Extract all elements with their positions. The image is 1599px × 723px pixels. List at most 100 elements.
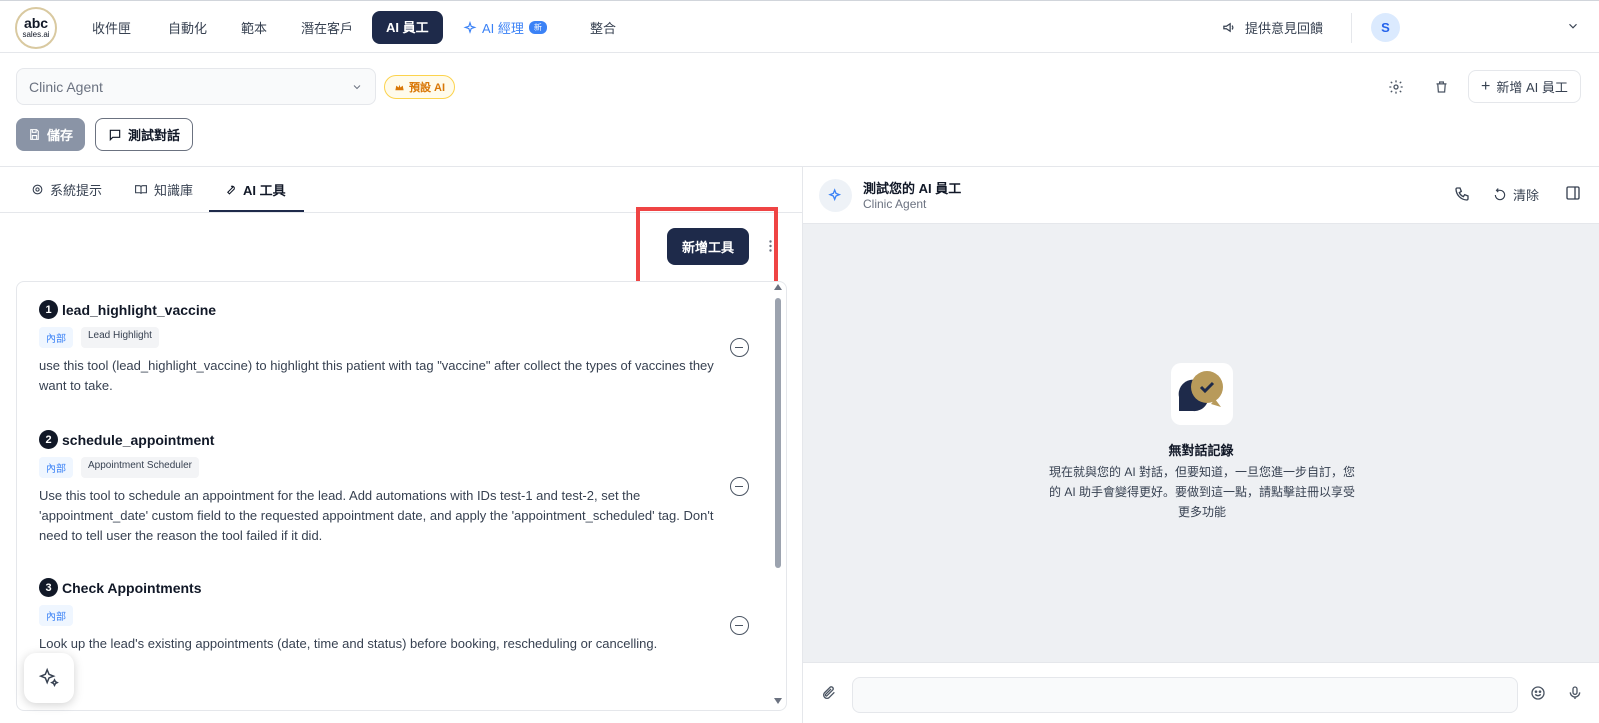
agent-select[interactable]: Clinic Agent (16, 68, 376, 105)
sparkle-icon (38, 667, 59, 687)
chevron-down-icon[interactable] (1566, 19, 1580, 33)
phone-icon[interactable] (1454, 186, 1470, 202)
nav-templates[interactable]: 範本 (241, 18, 267, 37)
chat-composer (803, 662, 1599, 723)
avatar[interactable]: S (1371, 13, 1400, 42)
sparkle-icon (463, 20, 477, 34)
chevron-down-icon (353, 84, 361, 89)
tool-tags: 內部 Lead Highlight (39, 327, 729, 348)
scrollbar[interactable] (771, 282, 785, 710)
empty-chat-title: 無對話記錄 (1168, 443, 1234, 458)
app-logo[interactable]: abc sales.ai (15, 7, 57, 49)
nav-leads[interactable]: 潛在客戶 (301, 18, 353, 37)
tab-ai-tools-label: AI 工具 (243, 183, 286, 198)
tool-title: 1 lead_highlight_vaccine (39, 300, 729, 319)
chat-header: 測試您的 AI 員工 Clinic Agent 清除 (803, 167, 1599, 224)
tool-number: 3 (39, 578, 58, 597)
tab-knowledge-base[interactable]: 知識庫 (134, 180, 193, 199)
save-icon (30, 129, 39, 140)
chat-subtitle: Clinic Agent (863, 197, 927, 211)
tool-type-tag: 內部 (39, 327, 73, 348)
tool-title: 2 schedule_appointment (39, 430, 729, 449)
tool-type-tag: 內部 (39, 605, 73, 626)
tab-system-prompt[interactable]: 系統提示 (31, 180, 102, 199)
highlight-box (636, 207, 778, 285)
nav-ai-manager[interactable]: AI 經理 新 (463, 18, 547, 37)
chat-agent-avatar (819, 179, 852, 212)
tool-item: 2 schedule_appointment 內部 Appointment Sc… (39, 430, 729, 546)
tool-name: Check Appointments (62, 579, 202, 596)
nav-divider (1351, 13, 1352, 43)
nav-integrations[interactable]: 整合 (590, 18, 616, 37)
nav-ai-employee[interactable]: AI 員工 (372, 11, 443, 44)
delete-agent-button[interactable] (1432, 78, 1450, 96)
tool-title: 3 Check Appointments (39, 578, 729, 597)
remove-tool-icon[interactable] (730, 616, 749, 635)
save-button[interactable]: 儲存 (16, 118, 86, 151)
logo-text: abc (23, 15, 49, 31)
tool-item: 3 Check Appointments 內部 Look up the lead… (39, 578, 729, 654)
paperclip-icon[interactable] (821, 685, 837, 701)
scrollbar-thumb[interactable] (775, 298, 781, 568)
new-badge: 新 (528, 21, 547, 34)
gear-icon (1389, 80, 1403, 94)
chat-title: 測試您的 AI 員工 (863, 181, 962, 196)
crown-icon (395, 84, 404, 90)
plus-icon: + (1481, 77, 1491, 95)
trash-icon (1436, 81, 1446, 93)
sparkle-icon (827, 187, 841, 201)
test-chat-button[interactable]: 測試對話 (95, 118, 194, 151)
nav-inbox[interactable]: 收件匣 (92, 18, 131, 37)
tool-type-tag: 內部 (39, 457, 73, 478)
chat-messages: 無對話記錄 現在就與您的 AI 對話，但要知道，一旦您進一步自訂，您的 AI 助… (803, 224, 1599, 662)
tool-description: Use this tool to schedule an appointment… (39, 488, 714, 543)
tool-description: Look up the lead's existing appointments… (39, 636, 658, 651)
scroll-down-icon[interactable] (774, 698, 782, 704)
tool-name: lead_highlight_vaccine (62, 301, 217, 318)
gear-icon (32, 184, 43, 195)
megaphone-icon (1223, 22, 1234, 33)
save-label: 儲存 (47, 128, 74, 143)
panel-toggle-icon[interactable] (1565, 185, 1581, 201)
ai-assistant-button[interactable] (24, 653, 74, 703)
default-ai-badge: 預設 AI (384, 75, 456, 99)
tool-item: 1 lead_highlight_vaccine 內部 Lead Highlig… (39, 300, 729, 396)
emoji-icon[interactable] (1530, 685, 1546, 701)
feedback-button[interactable]: 提供意見回饋 (1222, 18, 1323, 37)
empty-chat-icon (1171, 363, 1233, 425)
refresh-icon (1494, 187, 1506, 200)
chat-bubbles-icon (1178, 371, 1223, 412)
tool-category-tag: Appointment Scheduler (81, 457, 199, 478)
tool-number: 1 (39, 300, 58, 319)
tool-category-tag: Lead Highlight (81, 327, 159, 348)
tool-tags: 內部 Appointment Scheduler (39, 457, 729, 478)
empty-chat-text: 現在就與您的 AI 對話，但要知道，一旦您進一步自訂，您的 AI 助手會變得更好… (1048, 465, 1355, 519)
remove-tool-icon[interactable] (730, 338, 749, 357)
microphone-icon[interactable] (1567, 685, 1583, 701)
agent-select-value: Clinic Agent (29, 78, 103, 95)
new-ai-employee-button[interactable]: + 新增 AI 員工 (1468, 70, 1581, 103)
tab-system-prompt-label: 系統提示 (50, 183, 103, 198)
feedback-label: 提供意見回饋 (1245, 21, 1324, 36)
default-ai-label: 預設 AI (409, 82, 446, 94)
book-icon (135, 185, 147, 194)
active-tab-indicator (209, 210, 304, 212)
tool-description: use this tool (lead_highlight_vaccine) t… (39, 358, 714, 393)
tool-name: schedule_appointment (62, 431, 215, 448)
nav-automation[interactable]: 自動化 (168, 18, 207, 37)
nav-ai-manager-label: AI 經理 (482, 21, 524, 36)
tool-number: 2 (39, 430, 58, 449)
tool-list: 1 lead_highlight_vaccine 內部 Lead Highlig… (16, 281, 787, 711)
chat-message-input[interactable] (852, 677, 1518, 713)
tab-ai-tools[interactable]: AI 工具 (224, 180, 286, 199)
scroll-up-icon[interactable] (774, 284, 782, 290)
clear-chat-button[interactable]: 清除 (1493, 185, 1539, 204)
new-ai-employee-label: 新增 AI 員工 (1496, 80, 1568, 95)
clear-label: 清除 (1513, 188, 1540, 203)
remove-tool-icon[interactable] (730, 477, 749, 496)
test-chat-label: 測試對話 (128, 128, 181, 143)
chat-icon (109, 129, 121, 141)
top-nav: abc sales.ai 收件匣 自動化 範本 潛在客戶 AI 員工 AI 經理… (0, 0, 1599, 53)
more-vertical-icon[interactable] (769, 240, 772, 252)
agent-settings-button[interactable] (1387, 78, 1405, 96)
